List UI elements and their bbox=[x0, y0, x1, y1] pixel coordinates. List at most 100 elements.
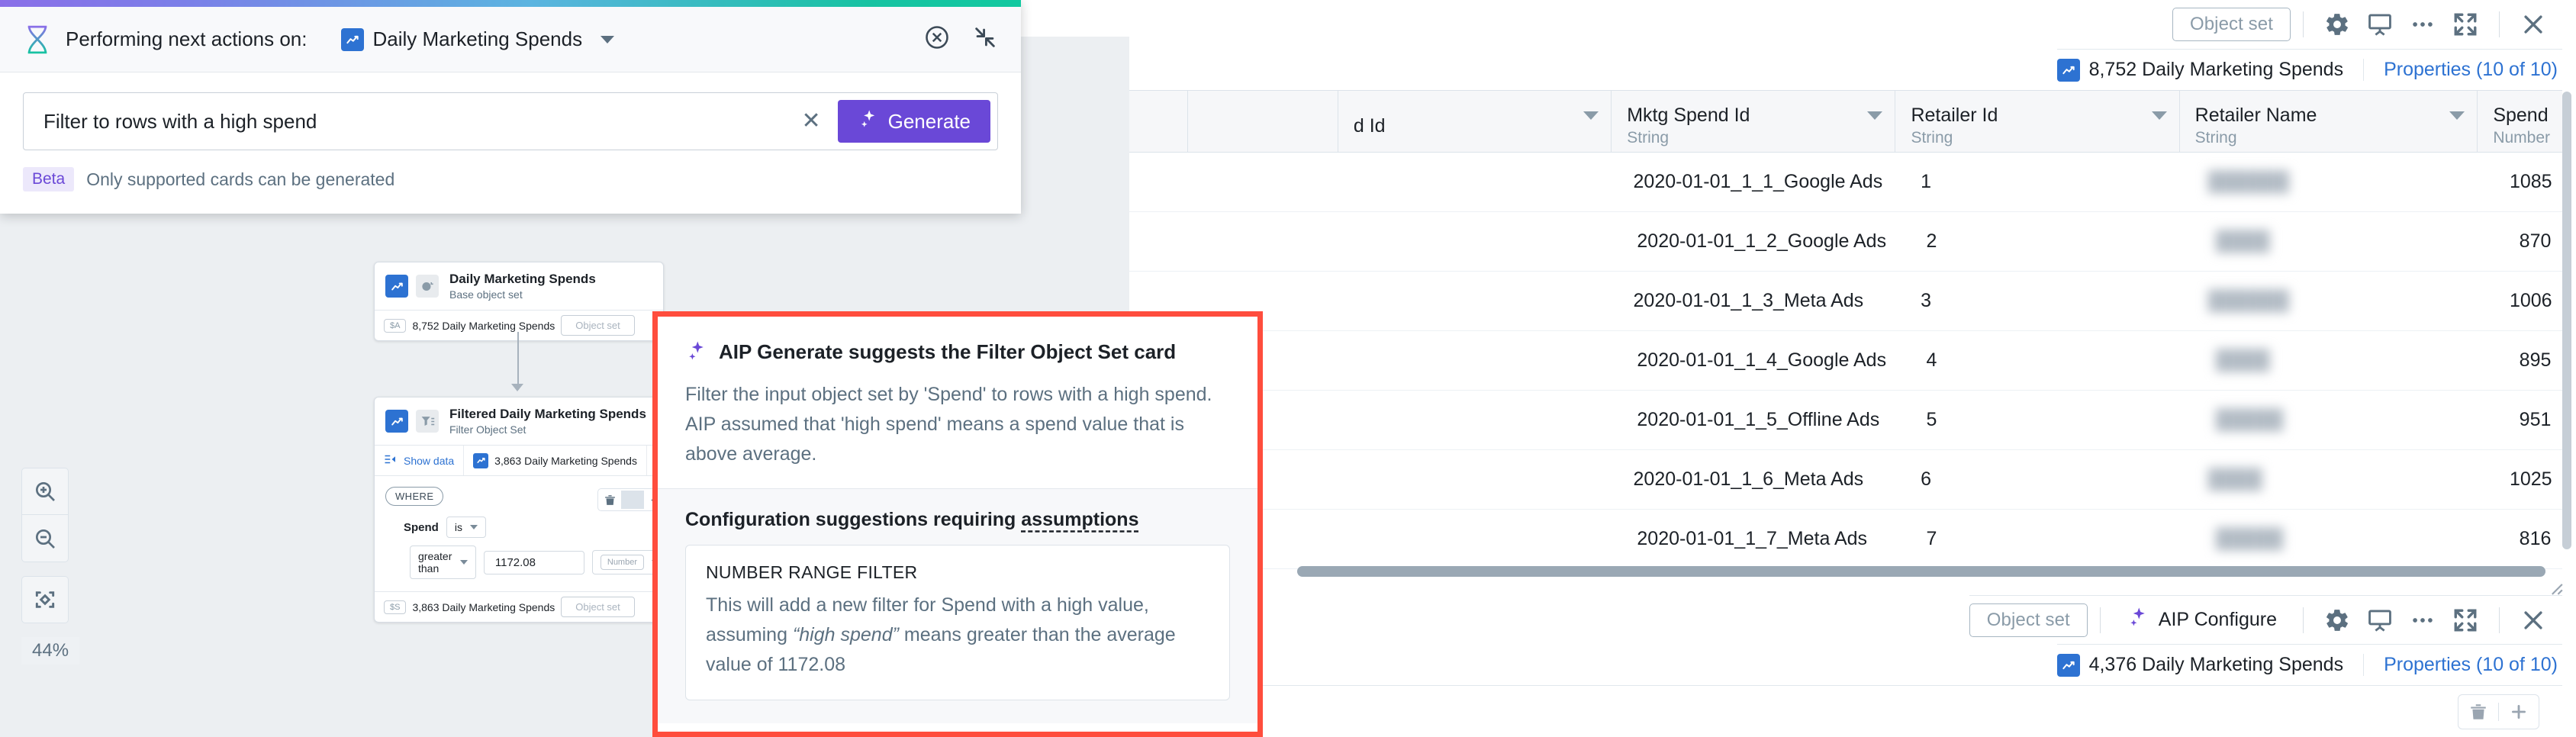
sparkle-icon bbox=[858, 108, 879, 135]
base-object-set-card[interactable]: Daily Marketing Spends Base object set $… bbox=[374, 262, 664, 342]
cell-spend: 951 bbox=[2519, 409, 2552, 430]
zoom-out-icon[interactable] bbox=[21, 515, 69, 562]
prompt-input[interactable]: Filter to rows with a high spend bbox=[24, 110, 784, 134]
table-row[interactable]: 2020-01-01_1_1_Google Ads 1 ██████ 1085 bbox=[1042, 153, 2562, 212]
column-header-mktg-spend-id[interactable]: Mktg Spend Id String bbox=[1612, 91, 1896, 152]
suggestion-text-emphasis: “high spend” bbox=[792, 624, 899, 645]
tooltip-section-heading-prefix: Configuration suggestions requiring bbox=[685, 509, 1022, 531]
table-row[interactable]: 2020-01-01_1_6_Meta Ads 6 ████ 1025 bbox=[1042, 450, 2562, 510]
sparkle-icon bbox=[2127, 606, 2149, 634]
cell-d-id bbox=[1343, 391, 1621, 449]
objectset-chip-bottom[interactable]: Object set bbox=[1969, 603, 2088, 637]
filter-operator-value: greater than bbox=[418, 550, 452, 575]
filter-object-set-card[interactable]: Filtered Daily Marketing Spends Filter O… bbox=[374, 397, 720, 623]
filter-count-chip[interactable]: 3,863 Daily Marketing Spends bbox=[464, 446, 647, 476]
cancel-circle-icon[interactable] bbox=[923, 24, 951, 55]
filter-value-input[interactable]: 1172.08 bbox=[483, 550, 584, 574]
modal-header-actions bbox=[923, 24, 998, 55]
aip-generate-modal: Performing next actions on: Daily Market… bbox=[0, 0, 1021, 214]
modal-object-selector[interactable]: Daily Marketing Spends bbox=[340, 27, 615, 51]
close-icon[interactable] bbox=[2512, 3, 2555, 46]
sparkle-icon bbox=[685, 340, 708, 366]
tooltip-assumptions-term[interactable]: assumptions bbox=[1021, 509, 1138, 530]
where-clause-badge: WHERE bbox=[385, 487, 444, 507]
filter-footer-chip[interactable]: $S 3,863 Daily Marketing Spends Object s… bbox=[375, 592, 652, 622]
chevron-down-icon[interactable] bbox=[2151, 111, 2167, 120]
column-header-retailer-id[interactable]: Retailer Id String bbox=[1895, 91, 2180, 152]
chevron-down-icon[interactable] bbox=[1583, 111, 1599, 120]
presentation-icon[interactable] bbox=[2359, 599, 2401, 642]
objectset-mini-chip[interactable]: Object set bbox=[561, 597, 635, 618]
chevron-down-icon[interactable] bbox=[1867, 111, 1883, 120]
column-header-retailer-name[interactable]: Retailer Name String bbox=[2180, 91, 2478, 152]
table-top-toolbar: Object set bbox=[2172, 0, 2562, 49]
show-data-button[interactable]: Show data bbox=[375, 446, 465, 476]
toolbar-divider bbox=[2303, 11, 2304, 37]
toolbar-divider bbox=[2303, 607, 2304, 633]
table-row[interactable]: 2020-01-01_1_7_Meta Ads 7 █████ 816 bbox=[1042, 510, 2562, 569]
tooltip-inner: AIP Generate suggests the Filter Object … bbox=[658, 317, 1257, 732]
zoom-fit-icon[interactable] bbox=[21, 576, 69, 623]
cell-d-id bbox=[1341, 153, 1618, 211]
filter-icon bbox=[416, 410, 439, 433]
modal-object-name: Daily Marketing Spends bbox=[372, 27, 583, 50]
chevron-down-icon bbox=[459, 560, 468, 565]
objectset-mini-chip[interactable]: Object set bbox=[561, 315, 635, 336]
beta-notice: Beta Only supported cards can be generat… bbox=[23, 167, 998, 191]
cell-mktg-spend-id: 2020-01-01_1_6_Meta Ads bbox=[1633, 468, 1864, 490]
gear-icon[interactable] bbox=[2316, 3, 2359, 46]
cell-spend: 1025 bbox=[2509, 468, 2552, 490]
table-body: 2020-01-01_1_1_Google Ads 1 ██████ 1085 … bbox=[1042, 153, 2562, 569]
trash-icon[interactable] bbox=[598, 494, 621, 507]
filter-is-select[interactable]: is bbox=[446, 517, 486, 539]
presentation-icon[interactable] bbox=[2359, 3, 2401, 46]
clear-icon[interactable]: ✕ bbox=[784, 110, 837, 133]
close-icon[interactable] bbox=[2512, 599, 2555, 642]
base-object-set-icon bbox=[416, 275, 439, 298]
aip-configure-button[interactable]: AIP Configure bbox=[2113, 606, 2291, 634]
properties-link-bottom[interactable]: Properties (10 of 10) bbox=[2363, 654, 2562, 676]
base-count-label: 8,752 Daily Marketing Spends bbox=[412, 319, 555, 332]
cell-blank bbox=[1190, 212, 1343, 271]
filter-operator-row: greater than 1172.08 Number bbox=[410, 546, 668, 580]
tooltip-title: AIP Generate suggests the Filter Object … bbox=[719, 340, 1177, 363]
table-row[interactable]: 2020-01-01_1_4_Google Ads 4 ████ 895 bbox=[1042, 331, 2562, 391]
tooltip-title-row: AIP Generate suggests the Filter Object … bbox=[685, 340, 1230, 366]
column-header-blank-2 bbox=[1188, 91, 1338, 152]
column-type: String bbox=[1911, 129, 1953, 147]
prompt-input-wrapper[interactable]: Filter to rows with a high spend ✕ Gener… bbox=[23, 92, 998, 150]
objectset-count-top[interactable]: 8,752 Daily Marketing Spends bbox=[2056, 58, 2364, 82]
gear-icon[interactable] bbox=[2316, 599, 2359, 642]
table-row[interactable]: 2020-01-01_1_2_Google Ads 2 ████ 870 bbox=[1042, 212, 2562, 272]
expand-icon[interactable] bbox=[2444, 3, 2487, 46]
column-header-d-id[interactable]: d Id bbox=[1338, 91, 1612, 152]
more-icon[interactable] bbox=[2401, 3, 2444, 46]
column-header-spend[interactable]: Spend Number bbox=[2478, 91, 2562, 152]
cell-mktg-spend-id: 2020-01-01_1_7_Meta Ads bbox=[1637, 528, 1868, 549]
cell-mktg-spend-id: 2020-01-01_1_5_Offline Ads bbox=[1637, 409, 1880, 430]
properties-link-top[interactable]: Properties (10 of 10) bbox=[2363, 59, 2562, 81]
trash-icon[interactable] bbox=[2458, 702, 2498, 722]
app-root: Object set 8,752 Daily Marketing Spends … bbox=[0, 0, 2576, 737]
filter-operator-select[interactable]: greater than bbox=[410, 546, 476, 580]
more-icon[interactable] bbox=[2401, 599, 2444, 642]
zoom-in-icon[interactable] bbox=[21, 468, 69, 515]
add-icon[interactable] bbox=[2499, 702, 2539, 722]
hourglass-icon bbox=[23, 24, 52, 55]
object-type-icon bbox=[385, 410, 408, 433]
cell-retailer-name: ██████ bbox=[2207, 171, 2289, 192]
chevron-down-icon[interactable] bbox=[2449, 111, 2465, 120]
vertical-scrollbar[interactable] bbox=[2562, 92, 2571, 549]
card-footer-bar: $A 8,752 Daily Marketing Spends Object s… bbox=[375, 310, 663, 340]
table-row[interactable]: 2020-01-01_1_5_Offline Ads 5 █████ 951 bbox=[1042, 391, 2562, 450]
cell-retailer-id: 3 bbox=[1921, 290, 1932, 311]
horizontal-scrollbar[interactable] bbox=[1297, 566, 2545, 577]
collapse-icon[interactable] bbox=[972, 24, 998, 54]
objectset-chip-top[interactable]: Object set bbox=[2172, 8, 2291, 41]
resize-handle-icon[interactable] bbox=[2544, 576, 2564, 596]
objectset-count-bottom[interactable]: 4,376 Daily Marketing Spends bbox=[2056, 653, 2364, 677]
generate-button[interactable]: Generate bbox=[837, 100, 990, 143]
base-count-chip[interactable]: $A 8,752 Daily Marketing Spends Object s… bbox=[375, 311, 652, 340]
table-row[interactable]: 2020-01-01_1_3_Meta Ads 3 ██████ 1006 bbox=[1042, 272, 2562, 331]
expand-icon[interactable] bbox=[2444, 599, 2487, 642]
